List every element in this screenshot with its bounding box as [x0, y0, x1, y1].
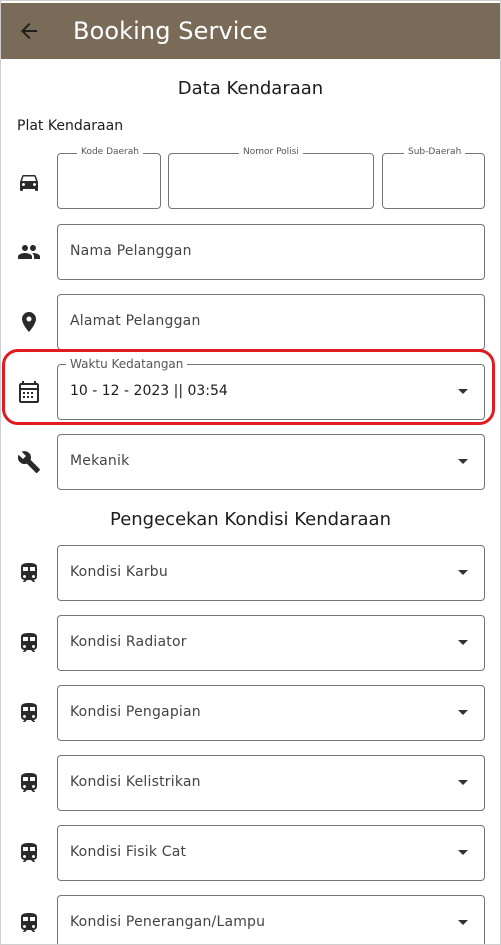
app-bar: Booking Service: [1, 3, 500, 59]
condition-label: Kondisi Karbu: [70, 564, 168, 580]
condition-label: Kondisi Penerangan/Lampu: [70, 914, 266, 930]
dropdown-arrow-icon: [458, 389, 468, 394]
condition-dropdown-fisik-cat[interactable]: Kondisi Fisik Cat: [57, 825, 485, 881]
location-pin-icon: [17, 310, 41, 334]
arrival-time-dropdown[interactable]: Waktu Kedatangan 10 - 12 - 2023 || 03:54: [57, 357, 485, 420]
arrow-back-icon[interactable]: [17, 19, 41, 43]
car-icon: [17, 170, 41, 194]
dropdown-arrow-icon: [458, 710, 468, 715]
dropdown-arrow-icon: [458, 640, 468, 645]
vehicle-section-title: Data Kendaraan: [177, 78, 324, 99]
condition-dropdown-karbu[interactable]: Kondisi Karbu: [57, 545, 485, 601]
arrival-time-label: Waktu Kedatangan: [66, 357, 188, 371]
condition-label: Kondisi Kelistrikan: [70, 774, 201, 790]
train-icon: [17, 701, 41, 725]
sub-daerah-field[interactable]: Sub-Daerah: [382, 147, 485, 209]
condition-label: Kondisi Pengapian: [70, 704, 201, 720]
dropdown-arrow-icon: [458, 570, 468, 575]
condition-label: Kondisi Fisik Cat: [70, 844, 187, 860]
condition-dropdown-radiator[interactable]: Kondisi Radiator: [57, 615, 485, 671]
people-icon: [17, 240, 41, 264]
customer-address-placeholder: Alamat Pelanggan: [70, 313, 201, 329]
arrival-time-value: 10 - 12 - 2023 || 03:54: [70, 383, 228, 399]
sub-daerah-label: Sub-Daerah: [404, 147, 466, 157]
train-icon: [17, 841, 41, 865]
condition-dropdown-penerangan[interactable]: Kondisi Penerangan/Lampu: [57, 895, 485, 944]
wrench-icon: [17, 450, 41, 474]
condition-dropdown-pengapian[interactable]: Kondisi Pengapian: [57, 685, 485, 741]
train-icon: [17, 911, 41, 935]
plate-label: Plat Kendaraan: [17, 118, 124, 134]
customer-name-field[interactable]: Nama Pelanggan: [57, 224, 485, 280]
customer-address-field[interactable]: Alamat Pelanggan: [57, 294, 485, 350]
dropdown-arrow-icon: [458, 920, 468, 925]
condition-dropdown-kelistrikan[interactable]: Kondisi Kelistrikan: [57, 755, 485, 811]
customer-name-placeholder: Nama Pelanggan: [70, 243, 192, 259]
kode-daerah-field[interactable]: Kode Daerah: [57, 147, 161, 209]
nomor-polisi-field[interactable]: Nomor Polisi: [168, 147, 374, 209]
dropdown-arrow-icon: [458, 780, 468, 785]
mechanic-placeholder: Mekanik: [70, 453, 130, 469]
train-icon: [17, 631, 41, 655]
train-icon: [17, 561, 41, 585]
condition-section-title: Pengecekan Kondisi Kendaraan: [109, 509, 391, 530]
mechanic-dropdown[interactable]: Mekanik: [57, 434, 485, 490]
calendar-icon: [17, 380, 41, 404]
page-title: Booking Service: [73, 17, 268, 45]
train-icon: [17, 771, 41, 795]
dropdown-arrow-icon: [458, 850, 468, 855]
booking-screen: Booking Service Data Kendaraan Plat Kend…: [0, 0, 501, 945]
condition-label: Kondisi Radiator: [70, 634, 187, 650]
nomor-polisi-label: Nomor Polisi: [239, 147, 303, 157]
kode-daerah-label: Kode Daerah: [77, 147, 143, 157]
dropdown-arrow-icon: [458, 459, 468, 464]
